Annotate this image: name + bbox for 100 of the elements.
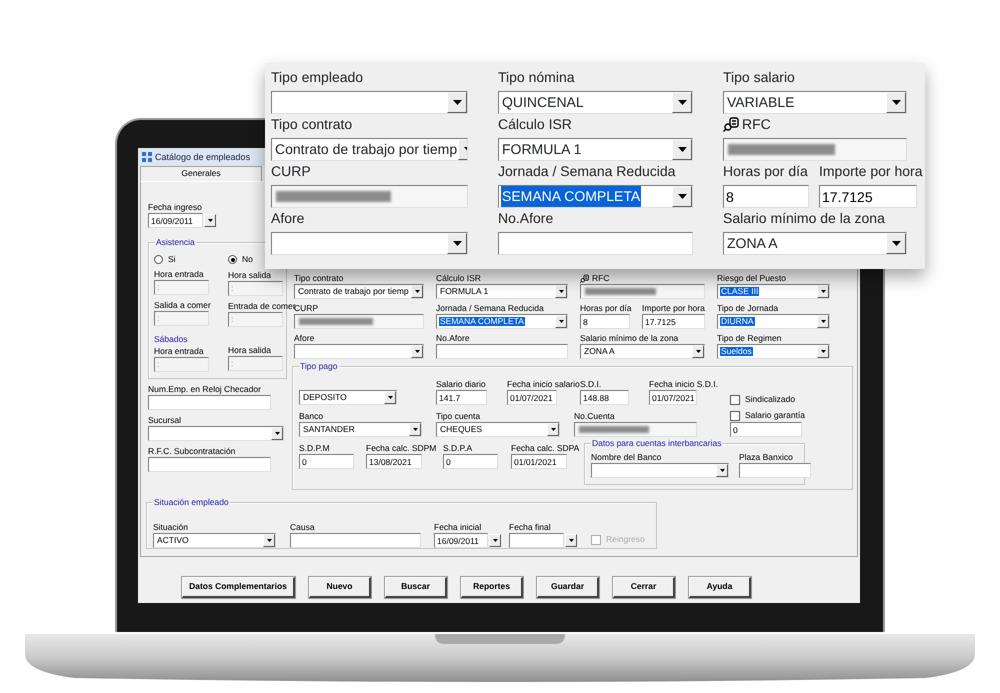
- dropdown-button[interactable]: [672, 139, 692, 160]
- caret-icon: [892, 241, 900, 246]
- field-label: Hora salida: [228, 270, 271, 280]
- dialog-button[interactable]: Buscar: [385, 577, 447, 598]
- input-field[interactable]: 17.7125: [819, 185, 917, 208]
- dropdown-button[interactable]: [409, 423, 421, 436]
- dialog-button[interactable]: Datos Complementarios: [182, 577, 295, 598]
- dropdown-field[interactable]: FORMULA 1: [436, 284, 568, 299]
- input-field[interactable]: 01/07/2021: [649, 390, 697, 405]
- input-field[interactable]: 141.7: [436, 390, 487, 405]
- field-label: Afore: [294, 333, 314, 343]
- input-field[interactable]: [436, 344, 568, 359]
- dropdown-field[interactable]: [591, 463, 729, 478]
- field-label: Tipo nómina: [498, 68, 575, 86]
- dropdown-button[interactable]: [672, 92, 692, 113]
- dropdown-field[interactable]: DEPOSITO: [299, 390, 397, 405]
- field-label: No.Afore: [498, 209, 554, 227]
- dialog-button[interactable]: Reportes: [461, 577, 523, 598]
- dropdown-field[interactable]: CHEQUES: [436, 422, 560, 437]
- input-field[interactable]: 01/07/2021: [507, 390, 557, 405]
- input-field[interactable]: 01/01/2021: [511, 454, 567, 469]
- field-label: Fecha inicial: [434, 522, 482, 532]
- field-label: Salario diario: [436, 379, 486, 389]
- dropdown-button[interactable]: [263, 534, 275, 547]
- dropdown-button[interactable]: [817, 345, 829, 358]
- dropdown-field[interactable]: VARIABLE: [723, 91, 907, 114]
- date-field[interactable]: 16/09/2011: [434, 533, 488, 548]
- dropdown-button[interactable]: [817, 285, 829, 298]
- caret-icon: [274, 432, 280, 435]
- field-label: RFC: [592, 273, 610, 283]
- input-field[interactable]: 148.88: [580, 390, 629, 405]
- input-field[interactable]: [290, 533, 421, 548]
- dropdown-field[interactable]: [271, 91, 468, 114]
- dropdown-button[interactable]: [384, 391, 396, 404]
- dropdown-button[interactable]: [672, 186, 692, 207]
- input-field[interactable]: 0: [443, 454, 498, 469]
- dropdown-field[interactable]: Sueldos: [717, 344, 830, 359]
- dropdown-button[interactable]: [489, 534, 501, 547]
- dropdown-button[interactable]: [692, 345, 704, 358]
- dropdown-button[interactable]: [411, 285, 423, 298]
- input-field[interactable]: 8: [723, 185, 809, 208]
- input-field[interactable]: [574, 422, 697, 437]
- dropdown-field[interactable]: DIURNA: [717, 314, 830, 329]
- input-field[interactable]: 13/08/2021: [366, 454, 422, 469]
- dropdown-button[interactable]: [447, 92, 467, 113]
- field-label: Jornada / Semana Reducida: [498, 162, 676, 180]
- dropdown-button[interactable]: [716, 464, 728, 477]
- dialog-button[interactable]: Ayuda: [689, 577, 751, 598]
- caret-icon: [492, 539, 498, 542]
- caret-icon: [452, 241, 462, 246]
- dropdown-button[interactable]: [886, 233, 906, 254]
- dropdown-field[interactable]: SANTANDER: [299, 422, 422, 437]
- input-field[interactable]: 17.7125: [642, 314, 705, 329]
- dropdown-button[interactable]: [555, 285, 567, 298]
- dropdown-button[interactable]: [886, 92, 906, 113]
- input-field[interactable]: [739, 463, 811, 478]
- dropdown-field[interactable]: ZONA A: [580, 344, 705, 359]
- caret-icon: [452, 100, 462, 105]
- input-field[interactable]: [271, 185, 468, 208]
- dropdown-button[interactable]: [547, 423, 559, 436]
- dropdown-button[interactable]: [411, 345, 423, 358]
- field-label: Fecha inicio salario: [507, 379, 580, 389]
- dropdown-field[interactable]: Contrato de trabajo por tiemp: [271, 138, 468, 161]
- tab[interactable]: Generales: [140, 166, 262, 181]
- checkbox[interactable]: [730, 411, 740, 421]
- input-field[interactable]: 0: [730, 422, 802, 437]
- dropdown-button[interactable]: [555, 315, 567, 328]
- dropdown-field[interactable]: CLASE III: [717, 284, 830, 299]
- input-field[interactable]: [148, 456, 271, 472]
- input-field[interactable]: [294, 314, 424, 329]
- dialog-button[interactable]: Nuevo: [309, 577, 371, 598]
- input-field[interactable]: [580, 284, 705, 299]
- dropdown-button[interactable]: [204, 214, 216, 227]
- dropdown-field[interactable]: [294, 344, 424, 359]
- dialog-button[interactable]: Guardar: [537, 577, 599, 598]
- dropdown-field[interactable]: [148, 426, 284, 441]
- dropdown-field[interactable]: [271, 232, 468, 255]
- checkbox[interactable]: [730, 395, 740, 405]
- dropdown-button[interactable]: [447, 233, 467, 254]
- dropdown-field[interactable]: ACTIVO: [153, 533, 276, 548]
- date-field[interactable]: 16/09/2011: [148, 213, 203, 228]
- radio-button[interactable]: [154, 255, 163, 264]
- input-field[interactable]: 8: [580, 314, 630, 329]
- dropdown-field[interactable]: FORMULA 1: [498, 138, 693, 161]
- input-field[interactable]: [148, 394, 271, 410]
- field-label: Num.Emp. en Reloj Checador: [148, 384, 261, 394]
- dropdown-field[interactable]: QUINCENAL: [498, 91, 693, 114]
- dropdown-field[interactable]: Contrato de trabajo por tiemp: [294, 284, 424, 299]
- dropdown-button[interactable]: [565, 534, 577, 547]
- dropdown-button[interactable]: [271, 426, 283, 440]
- dropdown-field[interactable]: SEMANA COMPLETA: [498, 185, 693, 208]
- dropdown-field[interactable]: ZONA A: [723, 232, 907, 255]
- radio-button[interactable]: [228, 255, 237, 264]
- dropdown-button[interactable]: [817, 315, 829, 328]
- input-field[interactable]: [723, 138, 907, 161]
- dropdown-field[interactable]: SEMANA COMPLETA: [436, 314, 568, 329]
- input-field[interactable]: 0: [299, 454, 354, 469]
- dialog-button[interactable]: Cerrar: [613, 577, 675, 598]
- date-field[interactable]: [509, 533, 564, 548]
- input-field[interactable]: [498, 232, 693, 255]
